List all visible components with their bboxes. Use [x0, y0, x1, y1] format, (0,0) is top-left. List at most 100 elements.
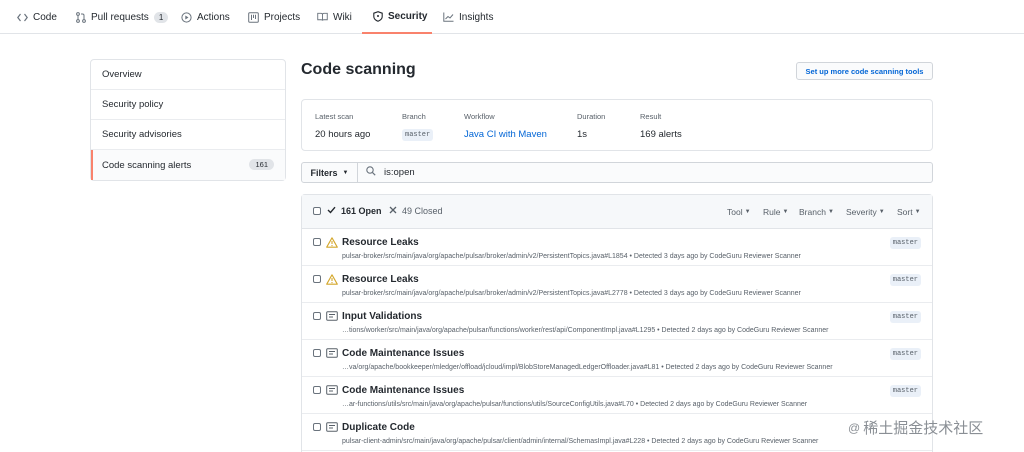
branch-tag: master — [889, 348, 921, 360]
tab-label: Insights — [459, 11, 494, 23]
filter-label: Rule — [763, 207, 781, 217]
tab-wiki[interactable]: Wiki — [317, 0, 352, 34]
alert-title-link[interactable]: Resource Leaks — [342, 237, 419, 248]
alert-meta: …ar-functions/utils/src/main/java/org/ap… — [342, 401, 808, 408]
sidebar-item-label: Overview — [102, 69, 142, 80]
result-label: Result — [640, 112, 662, 121]
alert-title-link[interactable]: Duplicate Code — [342, 422, 415, 433]
alerts-list: 161 Open 49 Closed Tool ▼ Rule ▼ Branch ▼ S… — [301, 194, 933, 452]
alert-row: Input Validations …tions/worker/src/main… — [302, 303, 932, 340]
alert-row: Code Maintenance Issues …va/org/apache/b… — [302, 340, 932, 377]
watermark-text: 稀土掘金技术社区 — [863, 420, 984, 437]
tab-label: Security — [388, 10, 428, 22]
project-icon — [248, 11, 259, 23]
graph-icon — [443, 12, 454, 22]
tool-filter[interactable]: Tool ▼ — [727, 207, 751, 217]
workflow: Workflow Java CI with Maven — [464, 112, 547, 140]
severity-filter[interactable]: Severity ▼ — [846, 207, 885, 217]
closed-alerts-label: 49 Closed — [402, 206, 443, 216]
tab-insights[interactable]: Insights — [443, 0, 493, 34]
rule-filter[interactable]: Rule ▼ — [763, 207, 788, 217]
shield-icon — [372, 10, 383, 22]
check-icon — [327, 206, 336, 216]
row-checkbox[interactable] — [313, 349, 321, 357]
duration-label: Duration — [577, 112, 606, 121]
filter-label: Sort — [897, 207, 913, 217]
row-checkbox[interactable] — [313, 386, 321, 394]
alert-row: Resource Leaks pulsar-broker/src/main/ja… — [302, 266, 932, 303]
alert-row: Code Maintenance Issues …ar-functions/ut… — [302, 377, 932, 414]
setup-code-scanning-button[interactable]: Set up more code scanning tools — [796, 62, 933, 80]
pull-request-icon — [75, 11, 86, 23]
alert-note-icon — [326, 310, 338, 322]
tab-security[interactable]: Security — [362, 0, 432, 34]
workflow-link[interactable]: Java CI with Maven — [464, 129, 547, 140]
pull-request-counter: 1 — [153, 11, 169, 23]
at-icon: @ — [848, 420, 861, 435]
sidebar-item-code-scanning-alerts[interactable]: Code scanning alerts 161 — [91, 150, 285, 180]
branch-tag: master — [889, 237, 921, 249]
sort-filter[interactable]: Sort ▼ — [897, 207, 921, 217]
alert-note-icon — [326, 384, 338, 396]
alert-warning-icon — [326, 236, 338, 248]
page-title: Code scanning — [301, 61, 416, 78]
duration: Duration 1s — [577, 112, 605, 140]
row-checkbox[interactable] — [313, 275, 321, 283]
book-icon — [317, 12, 328, 22]
sidebar-item-overview[interactable]: Overview — [91, 60, 285, 90]
alert-meta: …tions/worker/src/main/java/org/apache/p… — [342, 327, 829, 334]
search-input[interactable] — [384, 167, 904, 178]
alert-warning-icon — [326, 273, 338, 285]
alert-title-link[interactable]: Resource Leaks — [342, 274, 419, 285]
tab-pull-requests[interactable]: Pull requests 1 — [75, 0, 169, 34]
sidebar-item-security-advisories[interactable]: Security advisories — [91, 120, 285, 150]
watermark: @ 稀土掘金技术社区 — [848, 417, 983, 438]
filter-label: Tool — [727, 207, 743, 217]
play-icon — [181, 11, 192, 23]
result-value: 169 alerts — [640, 129, 682, 140]
branch-tag: master — [889, 274, 921, 286]
branch: Branch master — [402, 112, 434, 141]
alert-title-link[interactable]: Code Maintenance Issues — [342, 385, 464, 396]
row-checkbox[interactable] — [313, 423, 321, 431]
alert-row: Duplicate Code pulsar-client-admin/src/m… — [302, 414, 932, 451]
open-alerts-toggle[interactable]: 161 Open — [327, 206, 382, 216]
alert-title-link[interactable]: Input Validations — [342, 311, 422, 322]
security-sidebar: Overview Security policy Security adviso… — [90, 59, 286, 181]
select-all-checkbox[interactable] — [313, 207, 321, 215]
alert-title-link[interactable]: Code Maintenance Issues — [342, 348, 464, 359]
chevron-down-icon: ▼ — [878, 209, 885, 215]
code-icon — [17, 13, 28, 22]
sidebar-item-security-policy[interactable]: Security policy — [91, 90, 285, 120]
alert-meta: pulsar-broker/src/main/java/org/apache/p… — [342, 253, 801, 260]
row-checkbox[interactable] — [313, 312, 321, 320]
search-icon — [366, 166, 378, 179]
tab-label: Pull requests — [91, 11, 149, 23]
duration-value: 1s — [577, 129, 588, 140]
tab-projects[interactable]: Projects — [248, 0, 300, 34]
alert-meta: pulsar-broker/src/main/java/org/apache/p… — [342, 290, 801, 297]
latest-scan-label: Latest scan — [315, 112, 354, 121]
row-checkbox[interactable] — [313, 238, 321, 246]
tab-label: Actions — [197, 11, 230, 23]
sidebar-item-label: Security policy — [102, 99, 164, 110]
search-box — [357, 162, 933, 183]
tab-label: Wiki — [333, 11, 352, 23]
latest-scan: Latest scan 20 hours ago — [315, 112, 370, 140]
latest-scan-value: 20 hours ago — [315, 129, 371, 140]
branch-tag: master — [889, 311, 921, 323]
filter-label: Severity — [846, 207, 877, 217]
closed-alerts-toggle[interactable]: 49 Closed — [389, 206, 443, 216]
branch-tag: master — [402, 129, 434, 141]
sidebar-item-label: Code scanning alerts — [102, 159, 192, 171]
repo-nav: Code Pull requests 1 Actions Projects Wi… — [0, 0, 1024, 34]
alert-row: Resource Leaks pulsar-broker/src/main/ja… — [302, 229, 932, 266]
chevron-down-icon: ▼ — [914, 209, 921, 215]
branch-filter[interactable]: Branch ▼ — [799, 207, 834, 217]
filters-button[interactable]: Filters ▼ — [301, 162, 358, 183]
tab-code[interactable]: Code — [17, 0, 57, 34]
branch-tag: master — [889, 385, 921, 397]
tab-label: Projects — [264, 11, 301, 23]
alert-meta: pulsar-client-admin/src/main/java/org/ap… — [342, 438, 819, 445]
tab-actions[interactable]: Actions — [181, 0, 230, 34]
